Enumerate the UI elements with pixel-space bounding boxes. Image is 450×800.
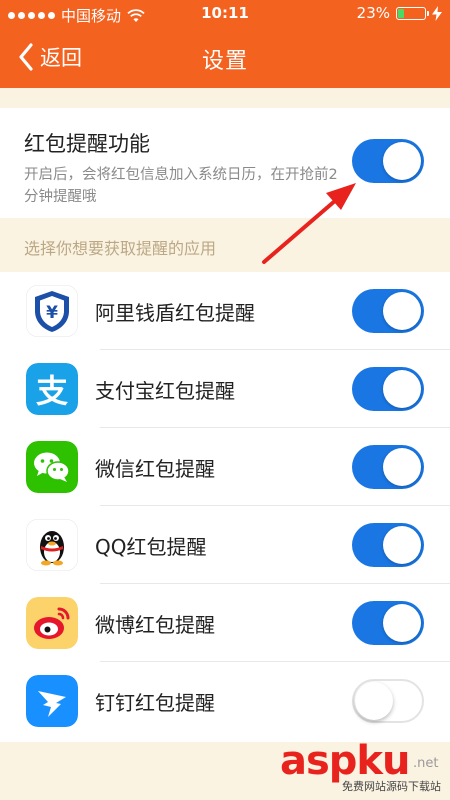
list-item-qq: QQ红包提醒	[0, 506, 450, 584]
app-label: 微信红包提醒	[95, 457, 215, 481]
list-item-weibo: 微博红包提醒	[0, 584, 450, 662]
top-spacer	[0, 88, 450, 108]
qq-reminder-toggle[interactable]	[352, 523, 424, 567]
list-item-alipay: 支 支付宝红包提醒	[0, 350, 450, 428]
alibaba-qiandun-shield-icon: ¥	[26, 285, 78, 337]
alipay-reminder-toggle[interactable]	[352, 367, 424, 411]
site-watermark: aspku .net 免费网站源码下载站	[280, 738, 450, 800]
alibaba-qiandun-reminder-toggle[interactable]	[352, 289, 424, 333]
toggle-knob	[383, 526, 421, 564]
battery-icon	[396, 6, 429, 20]
charging-icon	[432, 5, 442, 21]
setting-title: 红包提醒功能	[24, 132, 150, 156]
toggle-knob	[383, 142, 421, 180]
toggle-knob	[355, 682, 393, 720]
toggle-knob	[383, 370, 421, 408]
dingtalk-icon	[26, 675, 78, 727]
page-title: 设置	[201, 49, 248, 74]
watermark-domain: .net	[413, 756, 439, 771]
status-bar: 中国移动 10:11 23%	[0, 0, 450, 28]
app-label: QQ红包提醒	[95, 535, 207, 559]
section-header: 选择你想要获取提醒的应用	[0, 218, 450, 272]
battery-percent: 23%	[356, 4, 390, 22]
wechat-icon	[26, 441, 78, 493]
red-packet-reminder-setting: 红包提醒功能 开启后，会将红包信息加入系统日历，在开抢前2分钟提醒哦	[0, 108, 450, 218]
app-label: 支付宝红包提醒	[95, 379, 235, 403]
app-label: 微博红包提醒	[95, 613, 215, 637]
svg-text:¥: ¥	[46, 303, 58, 323]
list-item-dingtalk: 钉钉红包提醒	[0, 662, 450, 740]
wechat-reminder-toggle[interactable]	[352, 445, 424, 489]
list-item-alibaba-qiandun: ¥ 阿里钱盾红包提醒	[0, 272, 450, 350]
watermark-tagline: 免费网站源码下载站	[342, 780, 441, 793]
toggle-knob	[383, 292, 421, 330]
navigation-bar: 返回 设置	[0, 28, 450, 88]
weibo-reminder-toggle[interactable]	[352, 601, 424, 645]
alipay-icon: 支	[26, 363, 78, 415]
toggle-knob	[383, 448, 421, 486]
dingtalk-reminder-toggle[interactable]	[352, 679, 424, 723]
toggle-knob	[383, 604, 421, 642]
list-item-wechat: 微信红包提醒	[0, 428, 450, 506]
app-label: 钉钉红包提醒	[95, 691, 215, 715]
weibo-icon	[26, 597, 78, 649]
qq-penguin-icon	[26, 519, 78, 571]
app-reminder-list: ¥ 阿里钱盾红包提醒 支 支付宝红包提醒 微信红包提醒 QQ红包提醒 微博红包提…	[0, 272, 450, 742]
setting-description: 开启后，会将红包信息加入系统日历，在开抢前2分钟提醒哦	[24, 167, 338, 205]
section-hint: 选择你想要获取提醒的应用	[24, 239, 217, 258]
app-label: 阿里钱盾红包提醒	[95, 301, 255, 325]
master-reminder-toggle[interactable]	[352, 139, 424, 183]
svg-text:支: 支	[36, 372, 68, 410]
